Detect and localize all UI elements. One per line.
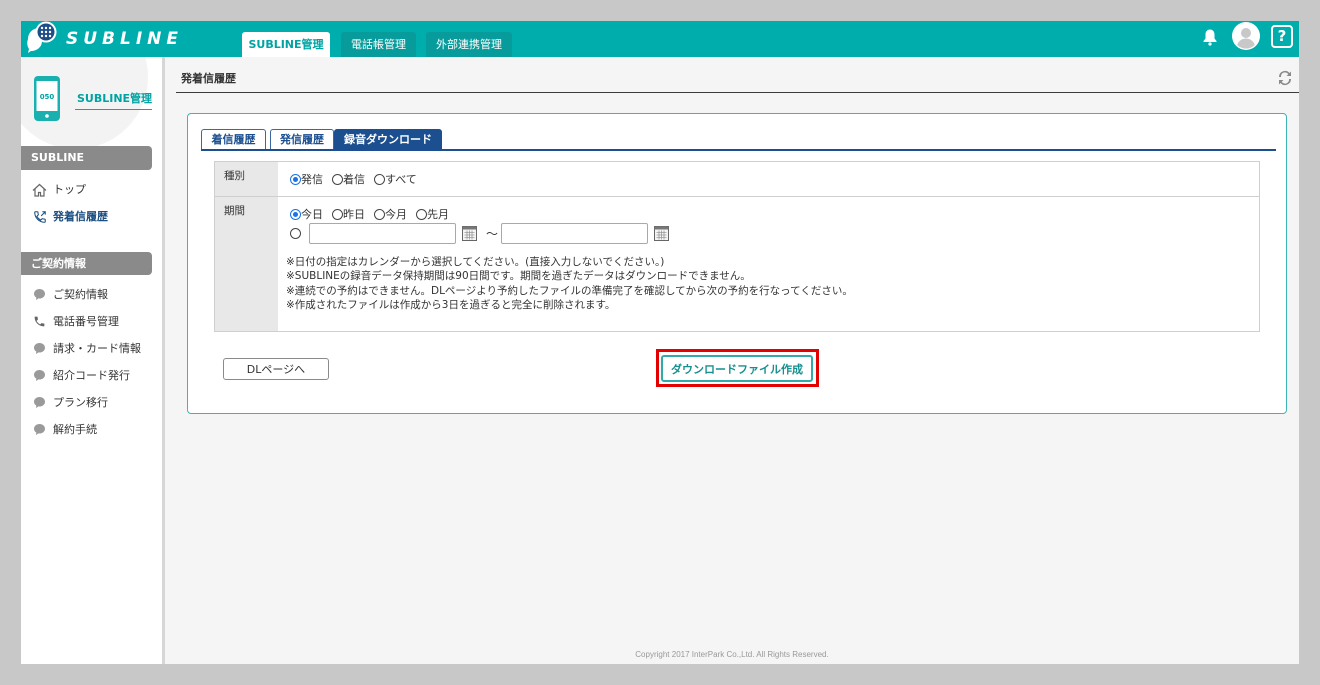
- bubble-icon: [32, 422, 47, 437]
- help-icon[interactable]: ?: [1271, 25, 1293, 48]
- sidebar-item-billing[interactable]: 請求・カード情報: [21, 335, 162, 362]
- type-option-incoming[interactable]: 着信: [332, 171, 365, 187]
- period-option-this-month[interactable]: 今月: [374, 206, 407, 222]
- note-line: ※作成されたファイルは作成から3日を過ぎると完全に削除されます。: [286, 298, 616, 311]
- phone-calls-icon: [32, 209, 47, 224]
- nav-subline: トップ 発着信履歴: [21, 176, 162, 230]
- calendar-icon[interactable]: [461, 225, 478, 242]
- tab-underline: [201, 149, 1276, 151]
- copyright-footer: Copyright 2017 InterPark Co.,Ltd. All Ri…: [635, 650, 829, 659]
- header-tab-integrations[interactable]: 外部連携管理: [426, 32, 512, 57]
- sidebar-item-referral-code[interactable]: 紹介コード発行: [21, 362, 162, 389]
- sidebar-item-label: 電話番号管理: [53, 315, 119, 328]
- logo-text: SUBLINE: [66, 29, 184, 49]
- refresh-icon[interactable]: [1276, 68, 1294, 88]
- tab-recording-download[interactable]: 録音ダウンロード: [334, 129, 442, 150]
- sidebar-item-phone-numbers[interactable]: 電話番号管理: [21, 308, 162, 335]
- type-option-all[interactable]: すべて: [374, 171, 417, 187]
- sidebar: 050 SUBLINE管理 SUBLINE トップ 発着信履歴 ご契約情報 ご契…: [21, 57, 165, 664]
- period-options: 今日 昨日 今月 先月: [290, 207, 458, 221]
- type-option-label: 発信: [301, 173, 323, 186]
- note-line: ※連続での予約はできません。DLページより予約したファイルの準備完了を確認してか…: [286, 284, 853, 297]
- form-content-period: 今日 昨日 今月 先月 ～ ※日付の指定はカレンダーから選択してください。(直接…: [278, 197, 1259, 331]
- notes: ※日付の指定はカレンダーから選択してください。(直接入力しないでください。) ※…: [286, 255, 853, 312]
- sidebar-item-top[interactable]: トップ: [21, 176, 162, 203]
- avatar-icon[interactable]: [1232, 22, 1260, 50]
- sidebar-item-contract-info[interactable]: ご契約情報: [21, 281, 162, 308]
- form-label-period: 期間: [215, 197, 278, 331]
- sidebar-title-underline: [75, 109, 152, 110]
- date-to-input[interactable]: [501, 223, 649, 244]
- bubble-icon: [32, 287, 47, 302]
- bubble-icon: [32, 341, 47, 356]
- type-radio-incoming[interactable]: [332, 173, 343, 185]
- sidebar-item-label: 発着信履歴: [53, 210, 108, 223]
- logo[interactable]: SUBLINE: [25, 21, 203, 55]
- calendar-icon[interactable]: [653, 225, 670, 242]
- period-option-yesterday[interactable]: 昨日: [332, 206, 365, 222]
- type-radio-outgoing[interactable]: [290, 173, 301, 185]
- chat-keypad-icon: [27, 21, 57, 53]
- header-tab-phonebook[interactable]: 電話帳管理: [341, 32, 416, 57]
- top-header: SUBLINE SUBLINE管理 電話帳管理 外部連携管理 ?: [21, 21, 1299, 57]
- type-option-label: すべて: [385, 173, 417, 186]
- tab-outgoing-history[interactable]: 発信履歴: [270, 129, 334, 150]
- download-panel: 着信履歴 発信履歴 録音ダウンロード 種別 発信 着信 すべて 期間 今日 昨日…: [187, 113, 1287, 414]
- header-tab-subline-admin[interactable]: SUBLINE管理: [242, 32, 330, 57]
- period-radio-custom-range[interactable]: [290, 228, 301, 239]
- search-form: 種別 発信 着信 すべて 期間 今日 昨日 今月 先月 ～ ※日付の指定はカレン…: [214, 161, 1260, 332]
- smartphone-icon: 050: [34, 76, 60, 121]
- sidebar-title: SUBLINE管理: [77, 92, 153, 105]
- tab-incoming-history[interactable]: 着信履歴: [201, 129, 266, 150]
- section-header-subline: SUBLINE: [21, 146, 152, 170]
- nav-contract: ご契約情報 電話番号管理 請求・カード情報 紹介コード発行 プラン移行 解約手続: [21, 281, 162, 443]
- form-row-period: 期間 今日 昨日 今月 先月 ～ ※日付の指定はカレンダーから選択してください。…: [215, 197, 1259, 331]
- form-label-type: 種別: [215, 162, 278, 196]
- app-window: SUBLINE SUBLINE管理 電話帳管理 外部連携管理 ? 050 SUB…: [21, 21, 1299, 664]
- title-divider: [176, 92, 1299, 93]
- custom-range: ～: [290, 223, 670, 244]
- create-download-file-button[interactable]: ダウンロードファイル作成: [661, 355, 813, 382]
- type-options: 発信 着信 すべて: [290, 172, 426, 186]
- dl-page-button[interactable]: DLページへ: [223, 358, 329, 380]
- range-separator: ～: [486, 227, 499, 241]
- period-option-label: 先月: [427, 208, 449, 221]
- type-radio-all[interactable]: [374, 173, 385, 185]
- device-number: 050: [40, 93, 55, 101]
- type-option-outgoing[interactable]: 発信: [290, 171, 323, 187]
- period-option-label: 今月: [385, 208, 407, 221]
- phone-icon: [32, 314, 47, 329]
- period-option-last-month[interactable]: 先月: [416, 206, 449, 222]
- sidebar-item-cancellation[interactable]: 解約手続: [21, 416, 162, 443]
- sidebar-item-label: プラン移行: [53, 396, 108, 409]
- period-option-today[interactable]: 今日: [290, 206, 323, 222]
- bell-icon[interactable]: [1202, 28, 1218, 46]
- sidebar-item-plan-change[interactable]: プラン移行: [21, 389, 162, 416]
- type-option-label: 着信: [343, 173, 365, 186]
- section-header-contract: ご契約情報: [21, 252, 152, 275]
- sidebar-item-call-history[interactable]: 発着信履歴: [21, 203, 162, 230]
- sidebar-item-label: トップ: [53, 183, 86, 196]
- form-row-type: 種別 発信 着信 すべて: [215, 162, 1259, 197]
- form-content-type: 発信 着信 すべて: [278, 162, 1259, 196]
- sidebar-item-label: 紹介コード発行: [53, 369, 130, 382]
- sidebar-item-label: 請求・カード情報: [53, 342, 141, 355]
- home-icon: [32, 182, 47, 197]
- note-line: ※SUBLINEの録音データ保持期間は90日間です。期間を過ぎたデータはダウンロ…: [286, 270, 751, 283]
- period-radio-today[interactable]: [290, 208, 301, 220]
- main-content: 発着信履歴 着信履歴 発信履歴 録音ダウンロード 種別 発信 着信 すべて 期間…: [165, 57, 1299, 664]
- period-radio-last-month[interactable]: [416, 208, 427, 220]
- page-title: 発着信履歴: [181, 72, 236, 85]
- period-radio-yesterday[interactable]: [332, 208, 343, 220]
- period-option-label: 昨日: [343, 208, 365, 221]
- bubble-icon: [32, 368, 47, 383]
- sidebar-item-label: ご契約情報: [53, 288, 108, 301]
- sidebar-item-label: 解約手続: [53, 423, 97, 436]
- period-radio-this-month[interactable]: [374, 208, 385, 220]
- bubble-icon: [32, 395, 47, 410]
- date-from-input[interactable]: [309, 223, 456, 244]
- period-option-label: 今日: [301, 208, 323, 221]
- note-line: ※日付の指定はカレンダーから選択してください。(直接入力しないでください。): [286, 256, 665, 268]
